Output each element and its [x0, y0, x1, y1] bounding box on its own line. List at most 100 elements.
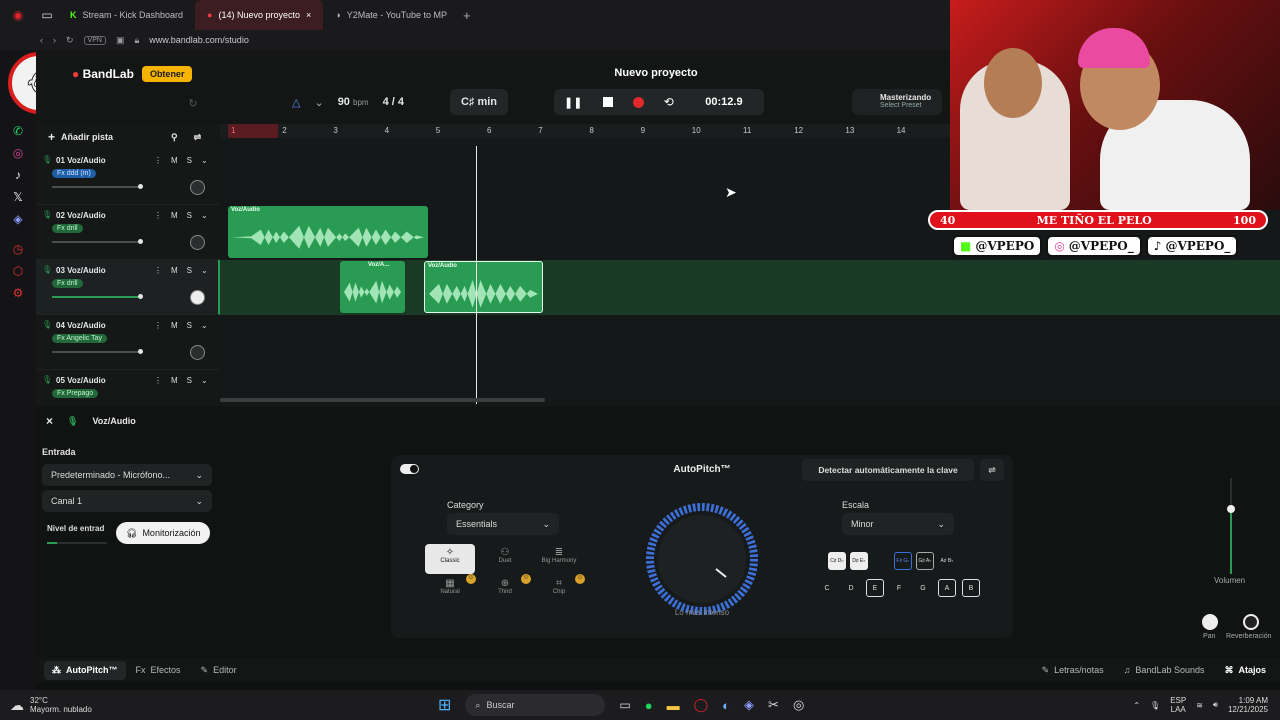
key-g-sharp[interactable]: G♯ A♭ — [916, 552, 934, 570]
volume-icon[interactable]: 🔊︎ — [1213, 700, 1218, 710]
settings-button[interactable]: ⇌ — [980, 459, 1004, 481]
track-row[interactable]: 🎙︎ 01 Voz/Audio ⋮ M S ⌄ Fx ddd (m) — [36, 150, 220, 205]
monitor-button[interactable]: 🎧︎ Monitorización — [116, 522, 211, 544]
shortcuts-button[interactable]: ⌘ Atajos — [1224, 665, 1266, 676]
stop-icon[interactable] — [602, 97, 613, 107]
mute-button[interactable]: M — [171, 321, 178, 330]
key-b[interactable]: B — [962, 579, 980, 597]
url-field[interactable]: www.bandlab.com/studio — [149, 35, 249, 45]
search-box[interactable]: ⌕ Buscar — [465, 694, 606, 716]
bandlab-sounds-button[interactable]: ♫ BandLab Sounds — [1124, 665, 1205, 675]
pan-knob[interactable] — [1202, 614, 1218, 630]
tiktok-icon[interactable]: ♪ — [0, 164, 36, 186]
menu-icon[interactable]: ⋮ — [154, 156, 162, 165]
mute-button[interactable]: M — [171, 211, 178, 220]
chevron-down-icon[interactable]: ⌄ — [201, 266, 208, 275]
browser-icon[interactable]: ◐ — [722, 698, 730, 713]
back-icon[interactable]: ‹ — [40, 35, 43, 45]
input-device-select[interactable]: Predeterminado - Micrófono... ⌄ — [42, 464, 212, 486]
fx-badge[interactable]: Fx drill — [52, 224, 83, 233]
chevron-down-icon[interactable]: ⌄ — [201, 321, 208, 330]
key-f[interactable]: F — [890, 579, 908, 597]
vpn-badge[interactable]: VPN — [83, 35, 106, 45]
chrome-icon[interactable]: ◎ — [793, 697, 804, 713]
menu-icon[interactable]: ⋮ — [154, 266, 162, 275]
close-icon[interactable]: × — [46, 414, 53, 428]
clock[interactable]: 1:09 AM 12/21/2025 — [1228, 696, 1268, 714]
forward-icon[interactable]: › — [53, 35, 56, 45]
discord-icon[interactable]: ◈ — [0, 208, 36, 230]
track-name[interactable]: 02 Voz/Audio — [56, 211, 106, 220]
opera-icon[interactable]: ◉ — [0, 4, 36, 26]
intensity-knob[interactable] — [646, 503, 758, 615]
channel-select[interactable]: Canal 1 ⌄ — [42, 490, 212, 512]
mastering-button[interactable]: Masterizando Select Preset — [852, 89, 942, 115]
chevron-down-icon[interactable]: ⌄ — [201, 156, 208, 165]
volume-slider[interactable] — [52, 239, 143, 244]
reload-icon[interactable]: ↻ — [66, 35, 74, 46]
pan-knob[interactable] — [190, 345, 205, 360]
key-d[interactable]: D — [842, 579, 860, 597]
solo-button[interactable]: S — [187, 211, 192, 220]
record-icon[interactable] — [632, 96, 644, 108]
pan-knob[interactable] — [190, 235, 205, 250]
solo-button[interactable]: S — [187, 321, 192, 330]
preset-big-harmony[interactable]: ≣ Big Harmony — [534, 544, 584, 574]
chevron-down-icon[interactable]: ⌄ — [314, 96, 323, 109]
loop-region[interactable] — [228, 124, 278, 138]
audio-clip[interactable]: Voz/Audio — [228, 206, 428, 258]
detect-key-button[interactable]: Detectar automáticamente la clave — [802, 459, 974, 481]
opera-taskbar-icon[interactable]: ◯ — [694, 697, 709, 713]
language-indicator[interactable]: ESP LAA — [1170, 696, 1186, 714]
pause-icon[interactable]: ❚❚ — [564, 96, 582, 109]
key-e[interactable]: E — [866, 579, 884, 597]
key-g[interactable]: G — [914, 579, 932, 597]
pan-knob[interactable] — [190, 290, 205, 305]
preset-classic[interactable]: ✧ Classic — [425, 544, 475, 574]
explorer-icon[interactable]: ▬ — [667, 698, 680, 713]
mic-tray-icon[interactable]: 🎙︎ — [1150, 701, 1160, 710]
x-icon[interactable]: 𝕏 — [0, 186, 36, 208]
bpm-value[interactable]: 90 bpm — [338, 96, 369, 108]
track-row[interactable]: 🎙︎ 02 Voz/Audio ⋮ M S ⌄ Fx drill — [36, 205, 220, 260]
wifi-icon[interactable]: ≋ — [1196, 701, 1203, 710]
audio-clip-selected[interactable]: Voz/Audio — [424, 261, 543, 313]
wrench-icon[interactable]: ⚲ — [171, 132, 178, 143]
chevron-down-icon[interactable]: ⌄ — [201, 376, 208, 385]
tab-autopitch[interactable]: ⁂ AutoPitch™ — [44, 660, 126, 680]
category-select[interactable]: Essentials ⌄ — [447, 513, 559, 535]
preset-natural[interactable]: ▦ Natural ☺ — [425, 574, 476, 606]
preset-duet[interactable]: ⚇ Duet — [480, 544, 530, 574]
windows-start-icon[interactable]: ⊞ — [438, 695, 451, 715]
extensions-icon[interactable]: ⬡ — [0, 260, 36, 282]
history-icon[interactable]: ◷ — [0, 238, 36, 260]
track-name[interactable]: 03 Voz/Audio — [56, 266, 106, 275]
close-icon[interactable]: × — [306, 10, 311, 20]
tab-overview-icon[interactable]: ▭ — [36, 4, 58, 26]
track-row[interactable]: 🎙︎ 05 Voz/Audio ⋮ M S ⌄ Fx Prepago — [36, 370, 220, 408]
time-signature[interactable]: 4 / 4 — [383, 96, 404, 108]
playhead[interactable] — [476, 146, 477, 404]
screenshot-icon[interactable]: ▣ — [116, 35, 125, 46]
new-tab-icon[interactable]: + — [463, 8, 471, 23]
key-d-sharp[interactable]: D♯ E♭ — [850, 552, 868, 570]
volume-slider[interactable] — [52, 349, 143, 354]
track-name[interactable]: 05 Voz/Audio — [56, 376, 106, 385]
plus-icon[interactable]: + — [48, 130, 55, 144]
track-row[interactable]: 🎙︎ 04 Voz/Audio ⋮ M S ⌄ Fx Angelic Tay — [36, 315, 220, 370]
task-view-icon[interactable]: ▭ — [619, 698, 630, 712]
volume-slider[interactable] — [52, 294, 143, 299]
menu-icon[interactable]: ⋮ — [154, 211, 162, 220]
key-a-sharp[interactable]: A♯ B♭ — [938, 552, 956, 570]
key-f-sharp[interactable]: F♯ G♭ — [894, 552, 912, 570]
track-name[interactable]: 04 Voz/Audio — [56, 321, 106, 330]
tab-y2mate[interactable]: ◑ Y2Mate - YouTube to MP — [323, 0, 459, 30]
add-track-button[interactable]: Añadir pista — [61, 132, 113, 142]
scale-select[interactable]: Minor ⌄ — [842, 513, 954, 535]
key-button[interactable]: C♯ min — [450, 89, 508, 115]
tab-bandlab[interactable]: ● (14) Nuevo proyecto × — [195, 0, 324, 30]
lyrics-button[interactable]: ✎ Letras/notas — [1042, 665, 1104, 676]
key-c[interactable]: C — [818, 579, 836, 597]
discord-taskbar-icon[interactable]: ◈ — [744, 697, 754, 713]
volume-fader[interactable] — [1227, 478, 1235, 574]
